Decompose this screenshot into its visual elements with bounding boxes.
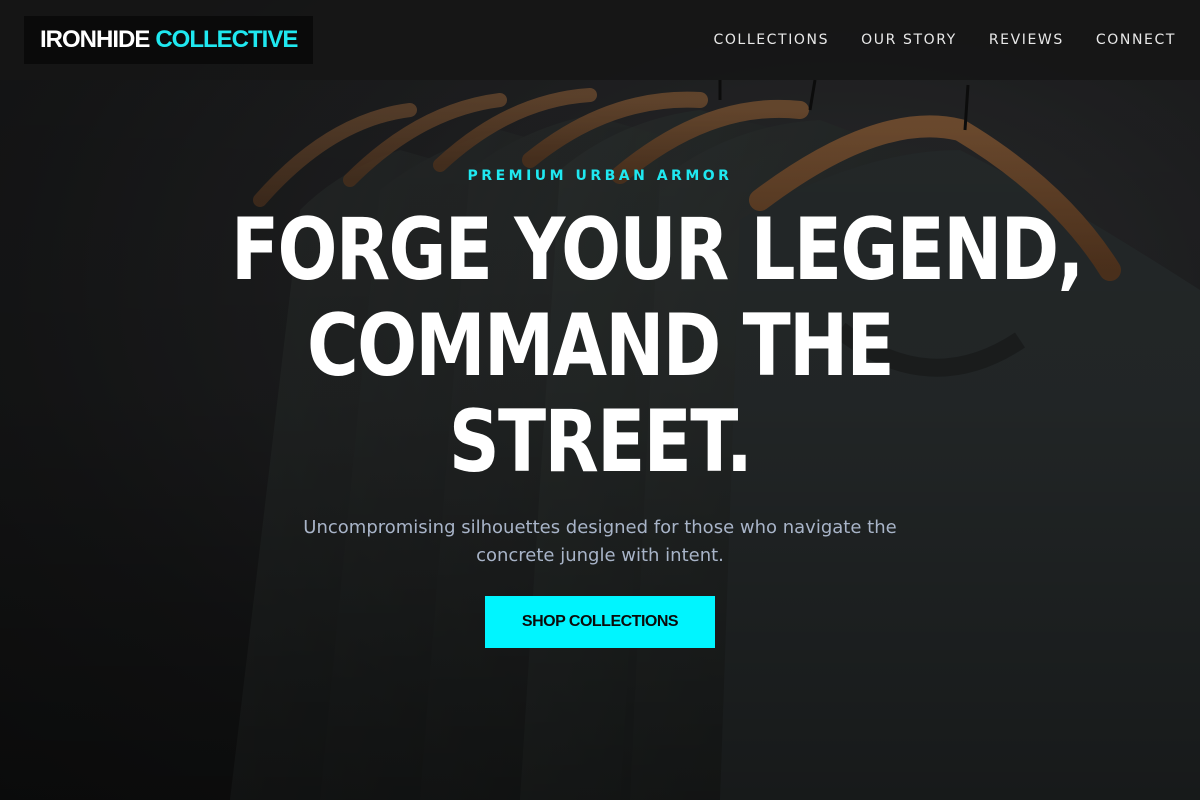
subtitle-line-2: concrete jungle with intent. [476,545,724,566]
nav-item-our-story[interactable]: OUR STORY [861,32,957,48]
subtitle-line-1: Uncompromising silhouettes designed for … [303,517,897,538]
nav-item-reviews[interactable]: REVIEWS [989,32,1064,48]
brand-logo[interactable]: IRONHIDE COLLECTIVE [24,16,314,64]
shop-collections-button[interactable]: SHOP COLLECTIONS [485,596,715,648]
hero-eyebrow: PREMIUM URBAN ARMOR [467,168,733,184]
nav-item-collections[interactable]: COLLECTIONS [713,32,829,48]
nav-item-connect[interactable]: CONNECT [1096,32,1176,48]
site-header: IRONHIDE COLLECTIVE COLLECTIONS OUR STOR… [0,0,1200,80]
hero-section: PREMIUM URBAN ARMOR FORGE YOUR LEGEND, C… [0,80,1200,800]
hero-headline: FORGE YOUR LEGEND, COMMAND THE STREET. [231,200,1084,492]
headline-line-3: STREET. [448,392,753,492]
brand-name-part2: COLLECTIVE [155,26,298,53]
brand-name-part1: IRONHIDE [40,26,150,53]
main-nav: COLLECTIONS OUR STORY REVIEWS CONNECT [713,32,1176,48]
headline-line-1: FORGE YOUR LEGEND, [231,200,1084,300]
hero-subtitle: Uncompromising silhouettes designed for … [280,514,920,570]
headline-line-2: COMMAND THE [306,296,895,396]
